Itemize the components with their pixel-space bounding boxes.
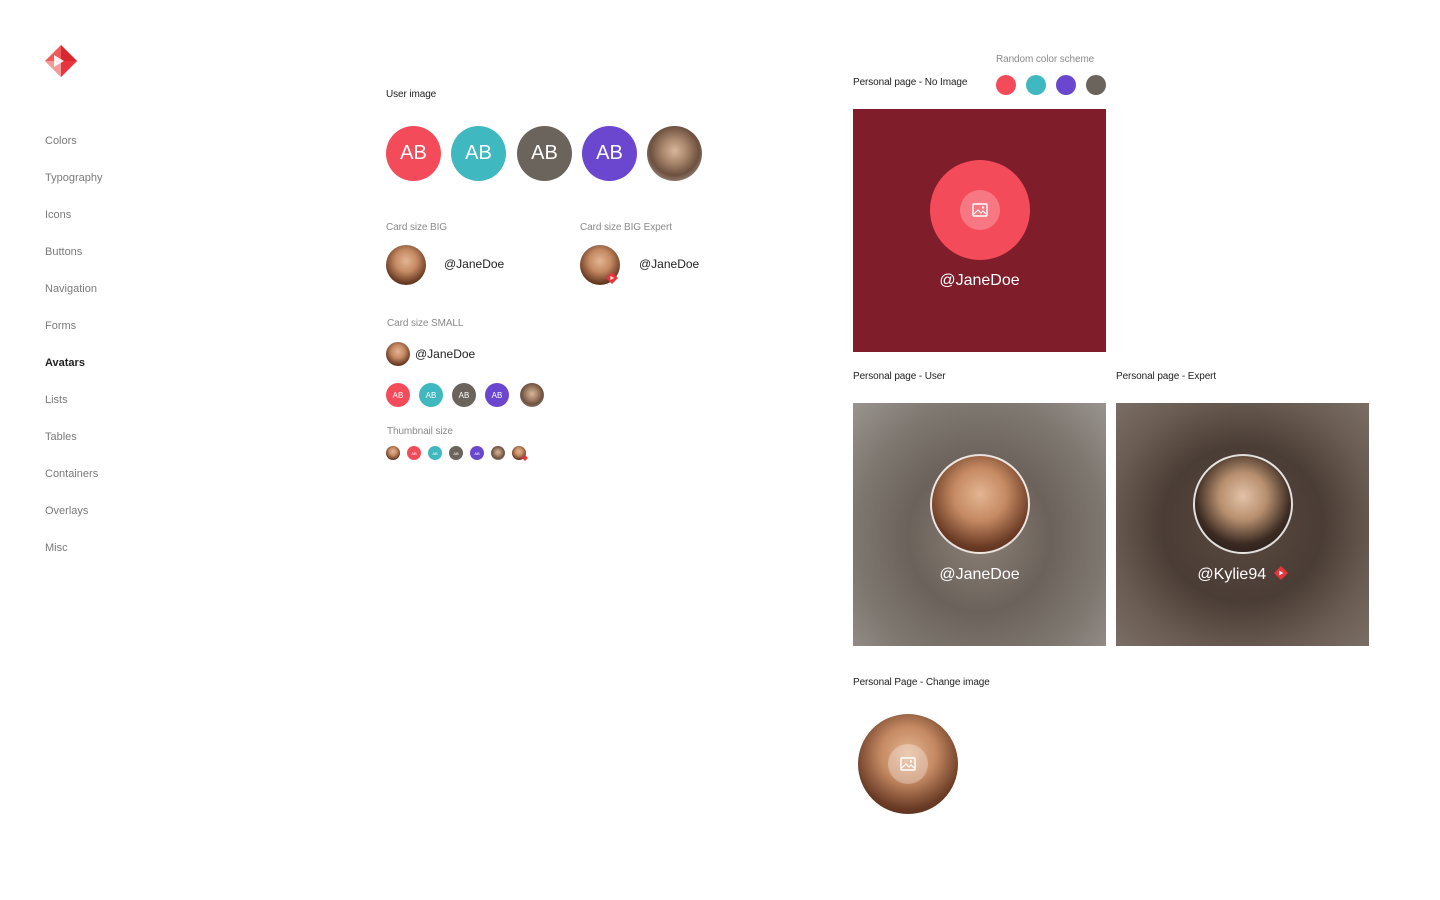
- nav-item-typography[interactable]: Typography: [45, 171, 102, 208]
- avatar-photo: [930, 454, 1030, 554]
- personal-page-card-user: @JaneDoe: [853, 403, 1106, 646]
- section-label-card-small: Card size SMALL: [387, 318, 464, 329]
- expert-badge-icon: [1273, 566, 1288, 580]
- color-swatch-purple[interactable]: [1056, 75, 1076, 95]
- change-image-avatar[interactable]: [858, 714, 958, 814]
- section-label-personal-change: Personal Page - Change image: [853, 677, 990, 688]
- nav-item-navigation[interactable]: Navigation: [45, 282, 102, 319]
- expert-badge-icon: [606, 272, 618, 284]
- avatar-initials-red: AB: [386, 126, 441, 181]
- avatar-initials-purple: AB: [485, 383, 509, 407]
- nav-item-lists[interactable]: Lists: [45, 393, 102, 430]
- section-label-thumbnail: Thumbnail size: [387, 426, 453, 437]
- avatar-initials-red: AB: [386, 383, 410, 407]
- section-label-user-image: User image: [386, 89, 437, 100]
- avatar-initials-gray: AB: [517, 126, 572, 181]
- avatar-initials-teal: AB: [451, 126, 506, 181]
- section-label-personal-expert: Personal page - Expert: [1116, 371, 1217, 382]
- nav-item-misc[interactable]: Misc: [45, 541, 102, 578]
- avatar-initials-purple: AB: [470, 446, 484, 460]
- expert-badge-icon: [522, 455, 528, 461]
- nav-item-icons[interactable]: Icons: [45, 208, 102, 245]
- nav-item-tables[interactable]: Tables: [45, 430, 102, 467]
- avatar-photo: [386, 342, 410, 366]
- username-label: @JaneDoe: [939, 272, 1020, 289]
- nav-item-overlays[interactable]: Overlays: [45, 504, 102, 541]
- brand-logo-icon[interactable]: [45, 45, 77, 77]
- nav-item-containers[interactable]: Containers: [45, 467, 102, 504]
- nav-item-forms[interactable]: Forms: [45, 319, 102, 356]
- nav-item-buttons[interactable]: Buttons: [45, 245, 102, 282]
- avatar-placeholder[interactable]: [930, 160, 1030, 260]
- image-icon: [972, 203, 988, 217]
- section-label-personal-user: Personal page - User: [853, 371, 946, 382]
- nav-item-colors[interactable]: Colors: [45, 134, 102, 171]
- avatar-initials-red: AB: [407, 446, 421, 460]
- personal-page-card-expert: @Kylie94: [1116, 403, 1369, 646]
- avatar-initials-purple: AB: [582, 126, 637, 181]
- avatar-photo: [491, 446, 505, 460]
- avatar-photo: [386, 245, 426, 285]
- username-label: @Kylie94: [1116, 566, 1369, 584]
- avatar-photo: [386, 446, 400, 460]
- username-text: @Kylie94: [1197, 566, 1267, 583]
- section-label-card-big-expert: Card size BIG Expert: [580, 222, 672, 233]
- avatar-photo: [1193, 454, 1293, 554]
- avatar-initials-gray: AB: [452, 383, 476, 407]
- avatar-photo: [520, 383, 544, 407]
- avatar-initials-teal: AB: [428, 446, 442, 460]
- section-label-personal-no-image: Personal page - No Image: [853, 77, 968, 88]
- avatar-photo: [647, 126, 702, 181]
- username-label: @JaneDoe: [415, 347, 476, 361]
- image-icon: [900, 757, 916, 771]
- personal-page-card-no-image: @JaneDoe: [853, 109, 1106, 352]
- color-swatch-gray[interactable]: [1086, 75, 1106, 95]
- avatar-initials-gray: AB: [449, 446, 463, 460]
- color-swatch-red[interactable]: [996, 75, 1016, 95]
- username-label: @JaneDoe: [939, 566, 1020, 583]
- username-label: @JaneDoe: [444, 257, 505, 271]
- color-swatch-teal[interactable]: [1026, 75, 1046, 95]
- sidebar-nav: Colors Typography Icons Buttons Navigati…: [45, 134, 102, 578]
- section-label-random-color: Random color scheme: [996, 54, 1095, 65]
- username-label: @JaneDoe: [639, 257, 700, 271]
- section-label-card-big: Card size BIG: [386, 222, 447, 233]
- nav-item-avatars[interactable]: Avatars: [45, 356, 102, 393]
- avatar-initials-teal: AB: [419, 383, 443, 407]
